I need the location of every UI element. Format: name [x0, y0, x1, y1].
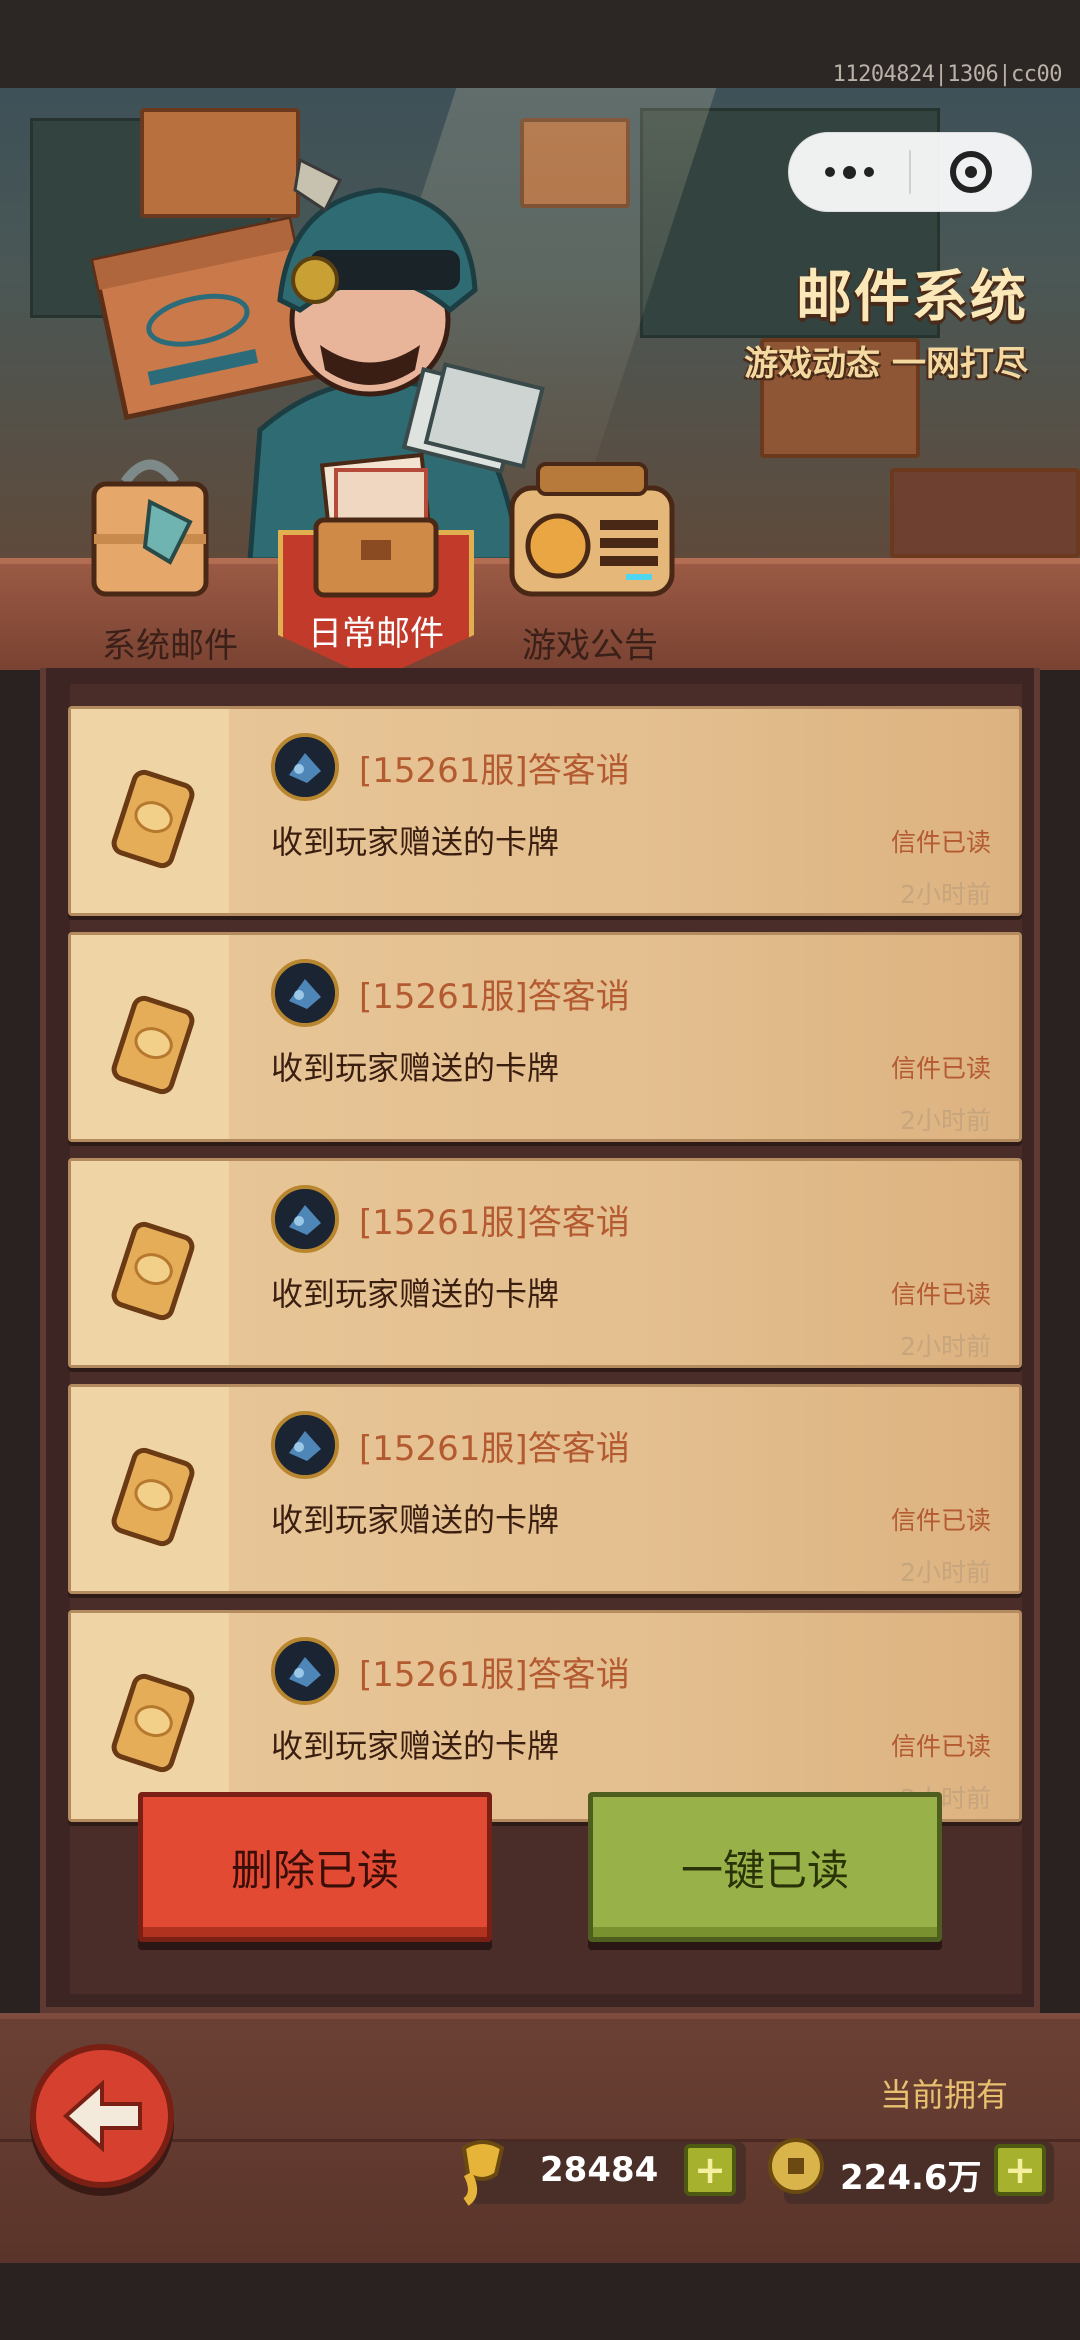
page-title: 邮件系统: [796, 265, 1028, 330]
mail-subject: 收到玩家赠送的卡牌: [271, 1501, 560, 1539]
mail-time: 2小时前: [900, 880, 991, 909]
mail-sender: [15261服]答客诮: [359, 1655, 630, 1695]
mail-read-status: 信件已读: [890, 1732, 991, 1761]
build-id: 11204824|1306|cc00: [832, 62, 1063, 87]
card-icon: [111, 1221, 195, 1321]
tab-system-mail[interactable]: 系统邮件: [80, 612, 260, 672]
mark-all-read-button[interactable]: 一键已读: [588, 1792, 942, 1942]
card-icon: [111, 995, 195, 1095]
owned-label: 当前拥有: [880, 2076, 1009, 2114]
avatar: [271, 959, 339, 1027]
mail-read-status: 信件已读: [890, 1280, 991, 1309]
more-dots-icon[interactable]: [789, 133, 909, 211]
avatar: [271, 1185, 339, 1253]
mail-time: 2小时前: [900, 1332, 991, 1361]
mailbox-icon: [91, 459, 209, 597]
mail-subject: 收到玩家赠送的卡牌: [271, 1727, 560, 1765]
mail-read-status: 信件已读: [890, 828, 991, 857]
mail-subject: 收到玩家赠送的卡牌: [271, 1275, 560, 1313]
mail-time: 2小时前: [900, 1106, 991, 1135]
mail-sender: [15261服]答客诮: [359, 977, 630, 1017]
radio-icon: [509, 462, 675, 597]
mail-sender: [15261服]答客诮: [359, 1203, 630, 1243]
plus-icon: +: [694, 2148, 726, 2192]
coin-icon: [768, 2138, 824, 2194]
mail-subject: 收到玩家赠送的卡牌: [271, 823, 560, 861]
mail-list-item[interactable]: [15261服]答客诮收到玩家赠送的卡牌 信件已读 2小时前: [68, 1158, 1022, 1368]
mail-list-item[interactable]: [15261服]答客诮收到玩家赠送的卡牌 信件已读 2小时前: [68, 1384, 1022, 1594]
mail-list-item[interactable]: [15261服]答客诮 收到玩家赠送的卡牌 信件已读 2小时前: [68, 1610, 1022, 1822]
resource1-value: 28484: [540, 2150, 659, 2190]
tab-game-notice[interactable]: 游戏公告: [500, 612, 680, 672]
resource2-value: 224.6万: [840, 2158, 982, 2198]
mail-time: 2小时前: [900, 1558, 991, 1587]
avatar: [271, 1637, 339, 1705]
card-icon: [111, 769, 195, 869]
card-icon: [111, 1673, 195, 1773]
add-resource2-button[interactable]: +: [994, 2144, 1046, 2196]
bottom-edge: [0, 2263, 1080, 2340]
mail-sender: [15261服]答客诮: [359, 1429, 630, 1469]
status-strip: 11204824|1306|cc00: [0, 0, 1080, 90]
gold-scroll-icon: [461, 2140, 505, 2206]
page-subtitle: 游戏动态 一网打尽: [744, 344, 1028, 384]
add-resource1-button[interactable]: +: [684, 2144, 736, 2196]
mail-read-status: 信件已读: [890, 1054, 991, 1083]
mail-list-item[interactable]: [15261服]答客诮收到玩家赠送的卡牌 信件已读 2小时前: [68, 932, 1022, 1142]
mail-subject: 收到玩家赠送的卡牌: [271, 1049, 560, 1087]
card-icon: [111, 1447, 195, 1547]
back-button[interactable]: [30, 2044, 174, 2188]
target-icon[interactable]: [911, 133, 1031, 211]
delete-read-button[interactable]: 删除已读: [138, 1792, 492, 1942]
back-arrow-icon: [62, 2079, 142, 2153]
letter-box-icon: [313, 452, 439, 598]
avatar: [271, 1411, 339, 1479]
avatar: [271, 733, 339, 801]
mail-sender: [15261服]答客诮: [359, 751, 630, 791]
miniprogram-capsule: [788, 132, 1032, 212]
mail-read-status: 信件已读: [890, 1506, 991, 1535]
plus-icon: +: [1004, 2148, 1036, 2192]
mail-list-item[interactable]: [15261服]答客诮收到玩家赠送的卡牌 信件已读 2小时前: [68, 706, 1022, 916]
